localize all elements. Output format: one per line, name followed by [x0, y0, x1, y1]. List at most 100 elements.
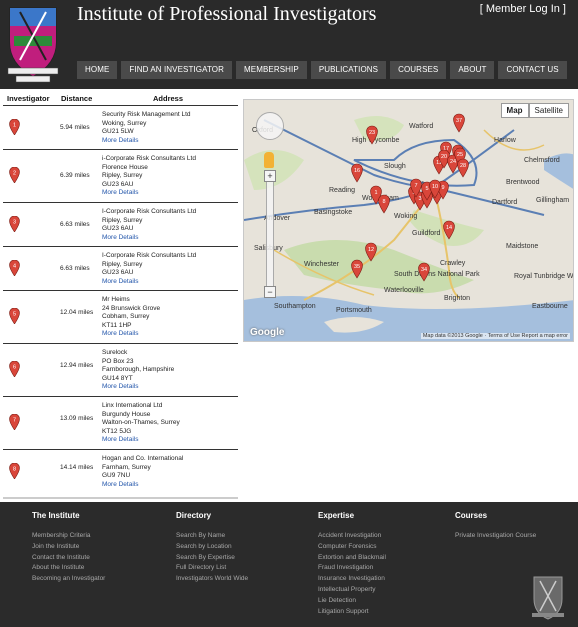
map-place-label: Brentwood — [506, 179, 540, 186]
footer-link[interactable]: Join the Institute — [32, 542, 105, 553]
map-pin-number: 3 — [13, 220, 16, 226]
more-details-link[interactable]: More Details — [102, 234, 236, 243]
footer-link[interactable]: Becoming an Investigator — [32, 574, 105, 585]
footer-column-institute: The Institute Membership Criteria Join t… — [32, 511, 105, 585]
map-marker-number: 25 — [457, 152, 463, 158]
nav-courses[interactable]: COURSES — [390, 61, 447, 79]
footer-link[interactable]: Search by Location — [176, 542, 248, 553]
footer-link[interactable]: Membership Criteria — [32, 531, 105, 542]
map-marker-number: 28 — [460, 163, 466, 169]
map-place-label: Slough — [384, 163, 406, 170]
address-block: I-Corporate Risk Consultants Ltd Ripley, … — [102, 252, 236, 286]
distance-value: 6.63 miles — [60, 265, 90, 272]
map-type-map-button[interactable]: Map — [500, 103, 529, 118]
member-login-link[interactable]: [ Member Log In ] — [480, 3, 566, 15]
map-credit[interactable]: Map data ©2013 Google · Terms of Use Rep… — [420, 333, 570, 339]
footer-link[interactable]: Investigators World Wide — [176, 574, 248, 585]
map-marker-number: 16 — [354, 168, 360, 174]
zoom-out-button[interactable]: − — [264, 286, 276, 298]
footer-link[interactable]: Search By Name — [176, 531, 248, 542]
map-marker-number: 34 — [421, 267, 427, 273]
address-line: Farnborough, Hampshire — [102, 366, 175, 373]
map-pin-icon[interactable]: 2 — [9, 167, 20, 184]
address-block: Hogan and Co. International Farnham, Surr… — [102, 455, 236, 489]
map-marker-icon[interactable]: 28 — [457, 158, 469, 178]
nav-find-an-investigator[interactable]: FIND AN INVESTIGATOR — [121, 61, 233, 79]
footer-link[interactable]: Computer Forensics — [318, 542, 386, 553]
footer-link[interactable]: Accident Investigation — [318, 531, 386, 542]
footer-heading: The Institute — [32, 511, 80, 520]
map-pin-icon[interactable]: 1 — [9, 119, 20, 135]
google-logo[interactable]: Google — [250, 327, 284, 338]
footer-link[interactable]: About the Institute — [32, 563, 105, 574]
map-marker-number: 9 — [441, 185, 444, 191]
map-marker-icon[interactable]: 37 — [453, 113, 465, 133]
map-place-label: Waterlooville — [384, 287, 424, 294]
map-pin-icon[interactable]: 3 — [9, 216, 20, 232]
map-marker-number: 3 — [418, 196, 421, 202]
table-scroll-bar[interactable] — [3, 497, 238, 499]
footer-link[interactable]: Fraud Investigation — [318, 563, 386, 574]
nav-publications[interactable]: PUBLICATIONS — [310, 61, 387, 79]
more-details-link[interactable]: More Details — [102, 383, 236, 392]
nav-membership[interactable]: MEMBERSHIP — [236, 61, 307, 79]
map-pin-icon[interactable]: 5 — [9, 308, 20, 325]
map-pin-icon[interactable]: 6 — [9, 361, 20, 378]
table-row: 1 5.94 miles Security Risk Management Ltd W… — [3, 105, 238, 149]
footer-link[interactable]: Intellectual Property — [318, 585, 386, 596]
more-details-link[interactable]: More Details — [102, 189, 236, 198]
address-block: Linx International Ltd Burgundy House Walt… — [102, 402, 236, 445]
map-marker-number: 35 — [354, 264, 360, 270]
footer-link[interactable]: Litigation Support — [318, 607, 386, 618]
map-marker-icon[interactable]: 8 — [378, 194, 390, 214]
address-line: KT11 1HP — [102, 321, 132, 329]
more-details-link[interactable]: More Details — [102, 436, 236, 445]
nav-contact-us[interactable]: CONTACT US — [498, 61, 567, 79]
map-place-label: Maidstone — [506, 243, 538, 250]
map-type-satellite-button[interactable]: Satellite — [528, 103, 569, 118]
more-details-link[interactable]: More Details — [102, 137, 236, 146]
more-details-link[interactable]: More Details — [102, 481, 236, 490]
map-pin-icon[interactable]: 4 — [9, 260, 20, 276]
nav-home[interactable]: HOME — [77, 61, 118, 79]
footer-link[interactable]: Private Investigation Course — [455, 531, 536, 542]
zoom-in-button[interactable]: + — [264, 170, 276, 182]
table-row: 4 6.63 miles I-Corporate Risk Consultants … — [3, 246, 238, 290]
footer-link[interactable]: Lie Detection — [318, 596, 386, 607]
table-row: 5 12.04 miles Mr Heims 24 Brunswick Grove Co… — [3, 290, 238, 343]
more-details-link[interactable]: More Details — [102, 330, 236, 339]
main-nav: HOME FIND AN INVESTIGATOR MEMBERSHIP PUB… — [77, 61, 567, 79]
address-block: Security Risk Management Ltd Woking, Surr… — [102, 111, 236, 145]
investigator-map[interactable]: OxfordHigh WycombeWatfordHarlowChelmsfor… — [243, 99, 574, 342]
footer-link[interactable]: Insurance Investigation — [318, 574, 386, 585]
map-zoom-slider[interactable] — [266, 170, 274, 298]
map-canvas[interactable]: OxfordHigh WycombeWatfordHarlowChelmsfor… — [244, 100, 574, 342]
map-place-label: Guildford — [412, 230, 441, 237]
map-marker-icon[interactable]: 16 — [351, 163, 363, 183]
address-line: PO Box 23 — [102, 357, 134, 365]
street-view-pegman-icon[interactable] — [264, 152, 274, 168]
address-line: Walton-on-Thames, Surrey — [102, 419, 180, 426]
address-line: i-Corporate Risk Consultants Ltd — [102, 155, 196, 162]
address-line: Ripley, Surrey — [102, 172, 143, 179]
institute-crest-logo[interactable] — [4, 2, 62, 84]
map-pin-icon[interactable]: 7 — [9, 414, 20, 431]
map-pan-control[interactable] — [256, 112, 284, 140]
distance-value: 12.04 miles — [60, 309, 94, 317]
nav-about[interactable]: ABOUT — [450, 61, 495, 79]
footer-link[interactable]: Contact the Institute — [32, 553, 105, 564]
more-details-link[interactable]: More Details — [102, 278, 236, 287]
table-row: 7 13.09 miles Linx International Ltd Burgun… — [3, 396, 238, 449]
site-title: Institute of Professional Investigators — [77, 3, 377, 25]
map-place-label: Brighton — [444, 295, 470, 302]
footer-link[interactable]: Search By Expertise — [176, 553, 248, 564]
footer-link[interactable]: Full Directory List — [176, 563, 248, 574]
footer-link[interactable]: Extortion and Blackmail — [318, 553, 386, 564]
map-place-label: Watford — [409, 123, 433, 130]
table-row: 2 6.39 miles i-Corporate Risk Consultants … — [3, 149, 238, 202]
address-line: Linx International Ltd — [102, 402, 163, 409]
address-line: Farnham, Surrey — [102, 463, 151, 471]
map-place-label: Reading — [329, 187, 355, 194]
map-pin-number: 6 — [13, 365, 16, 371]
map-pin-icon[interactable]: 8 — [9, 463, 20, 479]
